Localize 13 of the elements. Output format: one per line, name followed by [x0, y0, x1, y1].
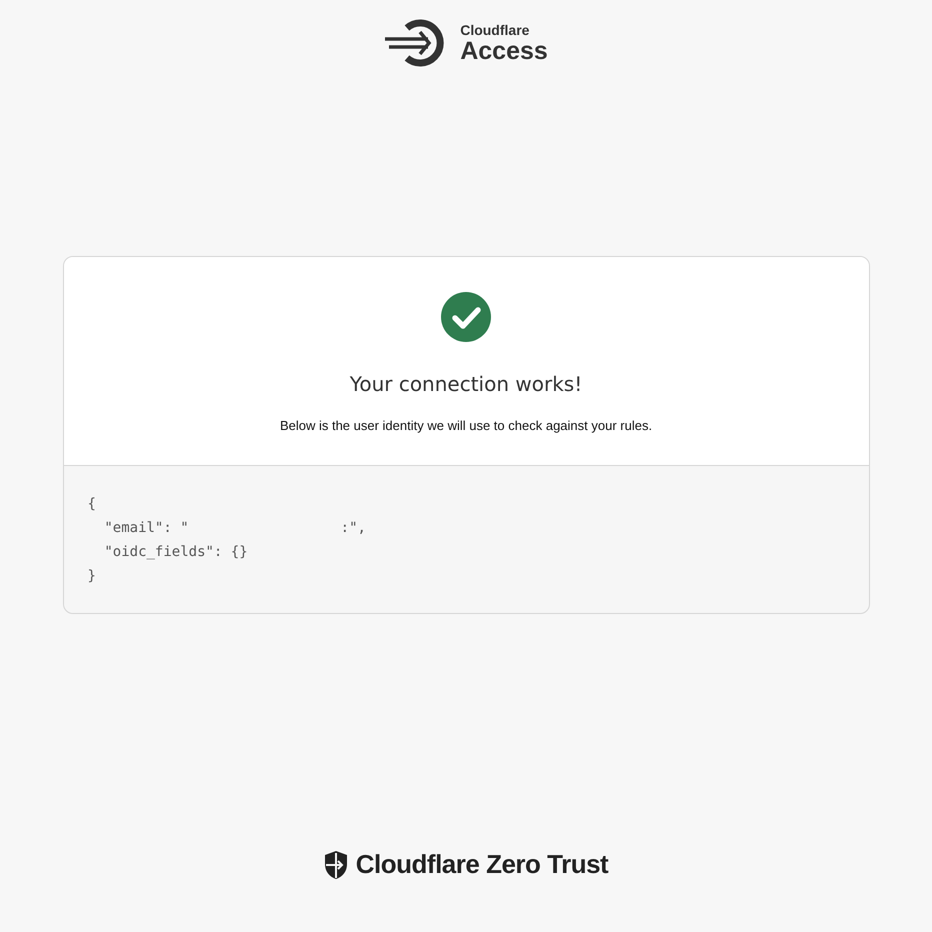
code-line: "oidc_fields": {} [103, 544, 248, 560]
product-name: Access [460, 38, 548, 64]
result-title: Your connection works! [350, 372, 582, 396]
code-line: :", [340, 520, 366, 536]
shield-icon [324, 850, 348, 880]
logo-icon [384, 17, 446, 69]
footer-brand: Cloudflare Zero Trust [356, 849, 608, 880]
code-line: } [88, 568, 96, 584]
code-line: "email": " [103, 520, 189, 536]
code-line: { [88, 496, 96, 512]
brand-name: Cloudflare [460, 22, 530, 38]
result-description: Below is the user identity we will use to check against your rules. [280, 418, 652, 433]
success-check-icon [441, 292, 491, 342]
